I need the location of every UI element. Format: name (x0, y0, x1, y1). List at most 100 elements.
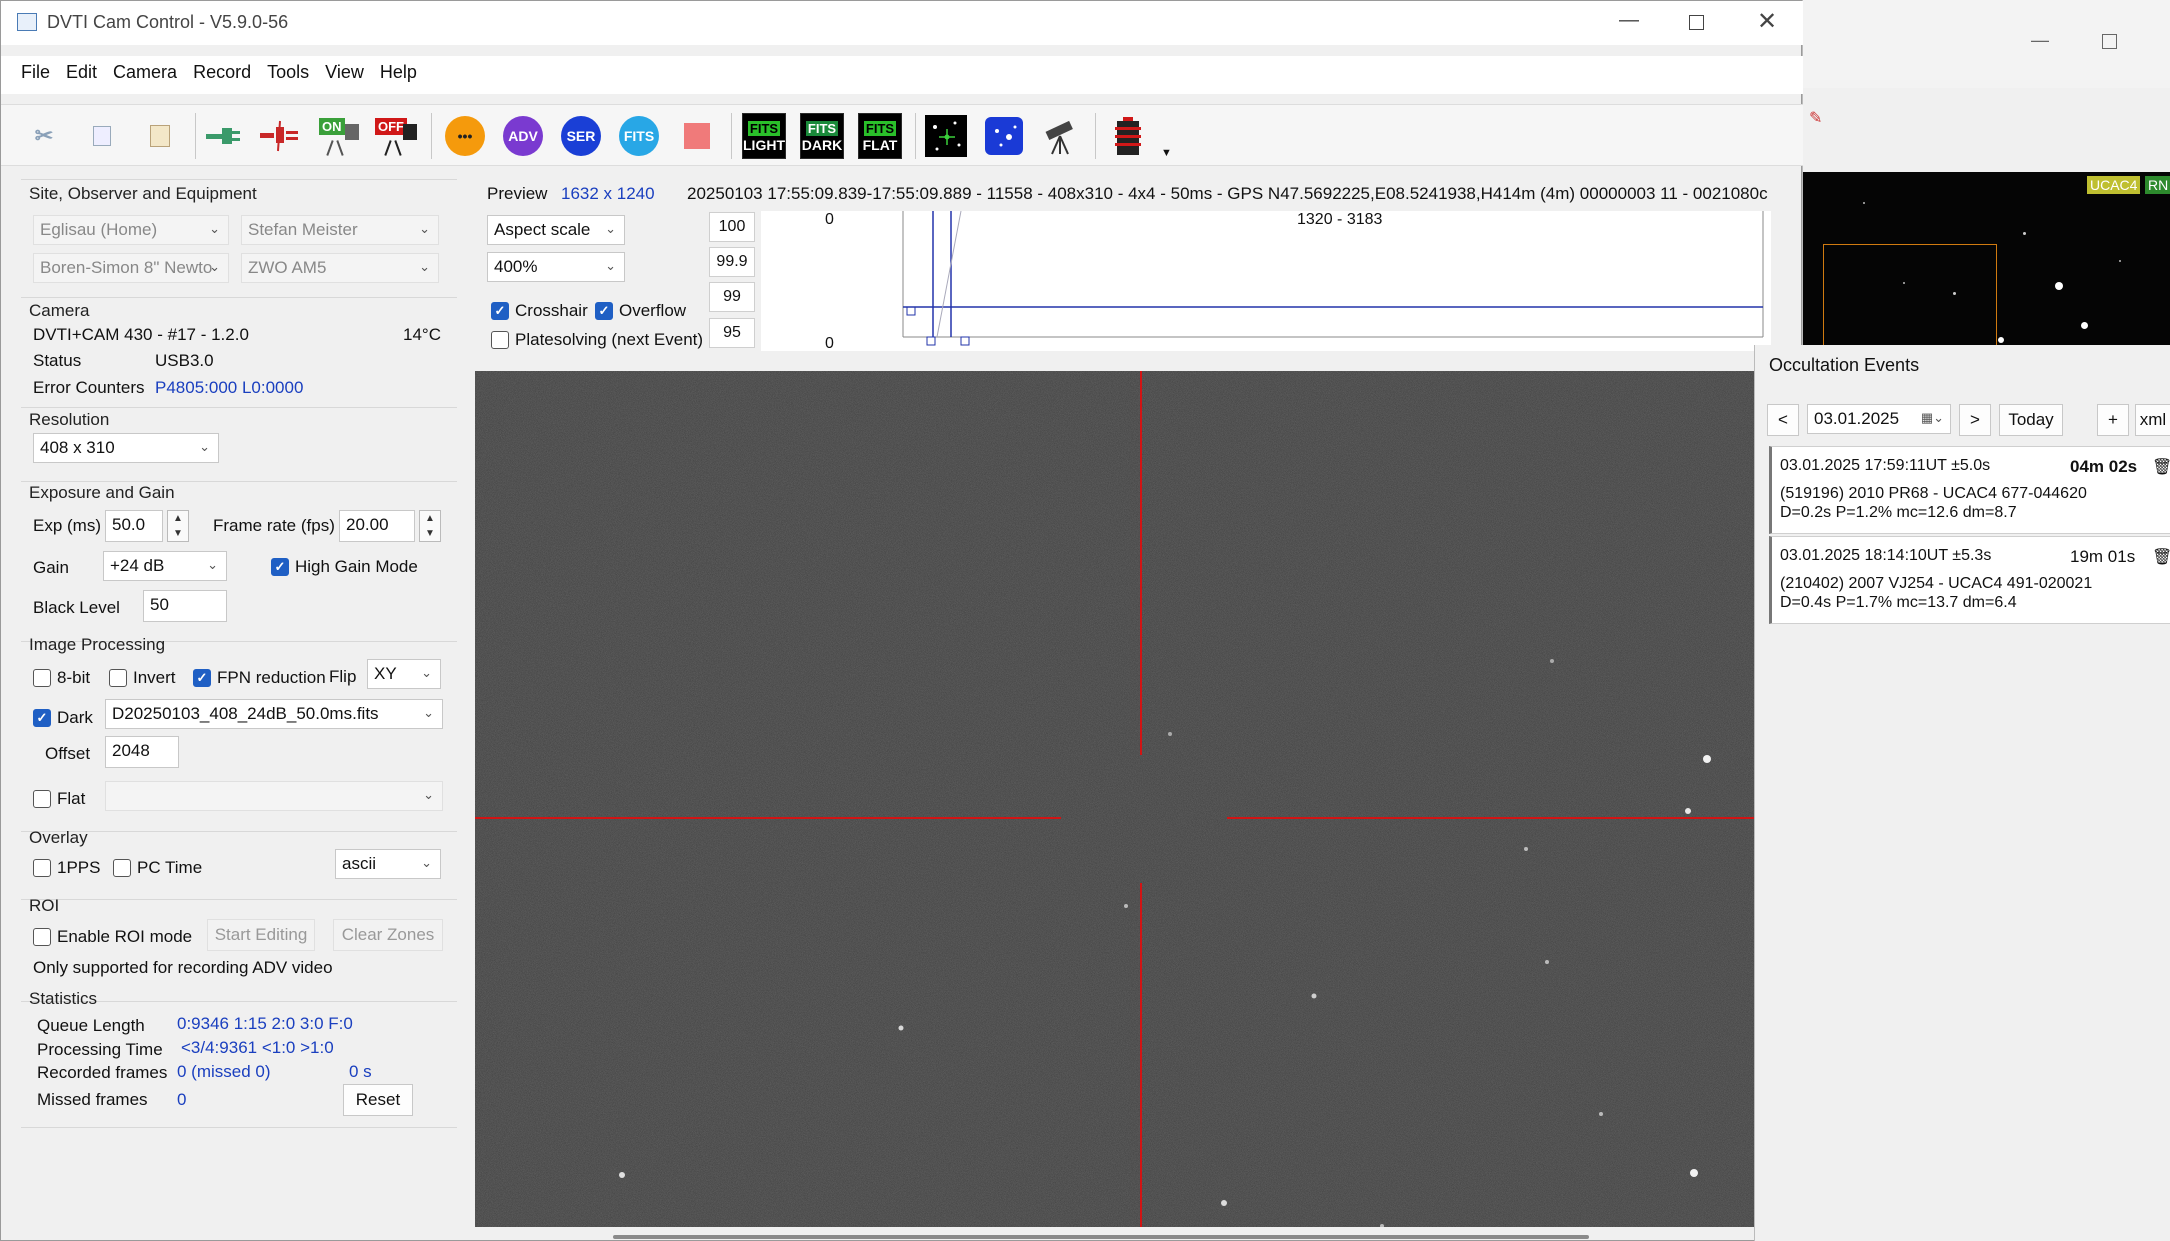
flat-checkbox[interactable]: Flat (33, 789, 85, 809)
event-card[interactable]: 03.01.2025 17:59:11UT ±5.0s 04m 02s 🗑 (5… (1769, 446, 2170, 534)
zoom-select[interactable]: 400% ⌄ (487, 252, 625, 282)
record-adv-button[interactable]: ADV (500, 113, 546, 159)
cut-icon[interactable]: ✂ (21, 113, 67, 159)
battery-icon[interactable] (1105, 113, 1151, 159)
crosshair-checkbox[interactable]: ✓ Crosshair (491, 301, 588, 321)
menu-record[interactable]: Record (193, 62, 251, 83)
start-editing-button[interactable]: Start Editing (207, 919, 315, 951)
star-chart[interactable]: UCAC4 RN (1803, 172, 2170, 348)
today-button[interactable]: Today (1999, 404, 2063, 436)
menu-camera[interactable]: Camera (113, 62, 177, 83)
level-99[interactable]: 99 (709, 282, 755, 312)
trash-icon[interactable]: 🗑 (2152, 457, 2170, 477)
next-date-button[interactable]: > (1959, 404, 1991, 436)
prev-date-button[interactable]: < (1767, 404, 1799, 436)
camera-title: Camera (29, 301, 90, 320)
dark-checkbox[interactable]: ✓ Dark (33, 708, 93, 728)
starfield-icon[interactable] (923, 113, 969, 159)
star (1903, 282, 1905, 284)
add-event-button[interactable]: + (2097, 404, 2129, 436)
platesolve-icon[interactable] (981, 113, 1027, 159)
level-99-9[interactable]: 99.9 (709, 247, 755, 277)
exposure-title: Exposure and Gain (29, 483, 175, 502)
minimize-icon[interactable]: — (1619, 9, 1639, 32)
fps-spinner[interactable]: ▲ ▼ (419, 510, 441, 542)
flip-select[interactable]: XY ⌄ (367, 659, 441, 689)
menu-view[interactable]: View (325, 62, 364, 83)
clear-zones-button[interactable]: Clear Zones (333, 919, 443, 951)
reset-button[interactable]: Reset (343, 1084, 413, 1116)
calendar-icon: ▦⌄ (1920, 410, 1944, 425)
video-scrollbar-thumb[interactable] (613, 1235, 1589, 1239)
overlay-format-select[interactable]: ascii ⌄ (335, 849, 441, 879)
event-countdown: 19m 01s (2070, 547, 2136, 566)
roi-checkbox[interactable]: Enable ROI mode (33, 927, 192, 947)
menu-tools[interactable]: Tools (267, 62, 309, 83)
fits-flat-button[interactable]: FITS FLAT (857, 113, 903, 159)
black-level-input[interactable]: 50 (143, 590, 227, 622)
options-button[interactable]: ••• (442, 113, 488, 159)
exp-input[interactable]: 50.0 (105, 510, 163, 542)
dark-file-select[interactable]: D20250103_408_24dB_50.0ms.fits ⌄ (105, 699, 443, 729)
connect-icon[interactable] (201, 113, 247, 159)
maximize-icon[interactable] (2102, 34, 2117, 49)
close-icon[interactable]: ✕ (1757, 7, 1777, 36)
overflow-checkbox[interactable]: ✓ Overflow (595, 301, 686, 321)
date-picker[interactable]: 03.01.2025 ▦⌄ (1807, 404, 1951, 434)
resolution-select[interactable]: 408 x 310 ⌄ (33, 433, 219, 463)
fits-dark-button[interactable]: FITS DARK (799, 113, 845, 159)
invert-checkbox[interactable]: Invert (109, 668, 176, 688)
paste-icon[interactable] (137, 113, 183, 159)
stop-button[interactable] (674, 113, 720, 159)
observer-select[interactable]: Stefan Meister ⌄ (241, 215, 439, 245)
record-fits-button[interactable]: FITS (616, 113, 662, 159)
menu-edit[interactable]: Edit (66, 62, 97, 83)
disconnect-icon[interactable] (257, 113, 303, 159)
error-counters-value: P4805:000 L0:0000 (155, 378, 304, 397)
event-card[interactable]: 03.01.2025 18:14:10UT ±5.3s 19m 01s 🗑 (2… (1769, 536, 2170, 624)
1pps-checkbox[interactable]: 1PPS (33, 858, 100, 878)
fits-light-button[interactable]: FITS LIGHT (741, 113, 787, 159)
maximize-icon[interactable] (1689, 15, 1704, 30)
telescope-icon[interactable] (1037, 113, 1083, 159)
divider (21, 1127, 457, 1128)
fpn-checkbox[interactable]: ✓ FPN reduction (193, 668, 326, 688)
site-select[interactable]: Eglisau (Home) ⌄ (33, 215, 229, 245)
event-countdown: 04m 02s (2070, 457, 2138, 476)
8bit-checkbox[interactable]: 8-bit (33, 668, 90, 688)
fps-input[interactable]: 20.00 (339, 510, 415, 542)
video-preview[interactable] (475, 371, 1757, 1227)
level-95[interactable]: 95 (709, 318, 755, 348)
platesolving-checkbox[interactable]: Platesolving (next Event) (491, 330, 703, 350)
camera-on-icon[interactable]: ON (315, 113, 361, 159)
trash-icon[interactable]: 🗑 (2152, 547, 2170, 567)
toolbar-overflow-icon[interactable]: ▼ (1161, 147, 1172, 159)
xml-button[interactable]: xml (2135, 404, 2170, 436)
roi-title: ROI (29, 896, 60, 915)
recorded-time: 0 s (349, 1062, 372, 1081)
exp-label: Exp (ms) (33, 516, 101, 535)
level-100[interactable]: 100 (709, 212, 755, 242)
event-time: 03.01.2025 17:59:11UT ±5.0s (1780, 457, 1991, 474)
flat-file-select[interactable]: ⌄ (105, 781, 443, 811)
status-label: Status (33, 351, 82, 370)
queue-value: 0:9346 1:15 2:0 3:0 F:0 (177, 1014, 353, 1033)
mount-select[interactable]: ZWO AM5 ⌄ (241, 253, 439, 283)
missed-value: 0 (177, 1090, 187, 1109)
menu-help[interactable]: Help (380, 62, 417, 83)
camera-off-icon[interactable]: OFF (373, 113, 419, 159)
high-gain-checkbox[interactable]: ✓ High Gain Mode (271, 557, 418, 577)
record-ser-button[interactable]: SER (558, 113, 604, 159)
copy-icon[interactable] (79, 113, 125, 159)
pc-time-checkbox[interactable]: PC Time (113, 858, 202, 878)
video-frame (475, 371, 1757, 1227)
telescope-select[interactable]: Boren-Simon 8" Newto ⌄ (33, 253, 229, 283)
gain-select[interactable]: +24 dB ⌄ (103, 551, 227, 581)
scale-mode-select[interactable]: Aspect scale ⌄ (487, 215, 625, 245)
menu-file[interactable]: File (21, 62, 50, 83)
histogram-panel[interactable]: 0 0 1320 - 3183 (761, 211, 1771, 352)
minimize-icon[interactable]: — (2031, 30, 2049, 51)
exp-spinner[interactable]: ▲ ▼ (167, 510, 189, 542)
offset-input[interactable]: 2048 (105, 736, 179, 768)
recorded-value: 0 (missed 0) (177, 1062, 271, 1081)
